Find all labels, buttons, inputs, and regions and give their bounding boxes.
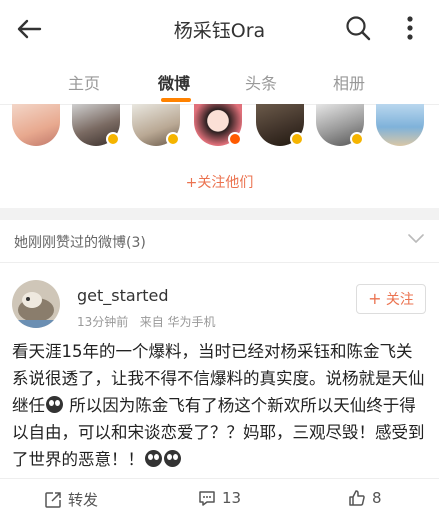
follow-them-link[interactable]: +关注他们: [0, 172, 439, 192]
post-body: 看天涯15年的一个爆料，当时已经对杨采钰和陈金飞关系说很透了，让我不得不信爆料的…: [12, 338, 428, 473]
profile-tabs: 主页 微博 头条 相册: [0, 60, 439, 105]
search-icon[interactable]: [344, 14, 372, 42]
post-source: 来自 华为手机: [139, 315, 216, 329]
post-action-bar: 转发 13 8: [0, 478, 439, 519]
liked-posts-title: 她刚刚赞过的微博(3): [14, 235, 146, 251]
verified-badge-icon: [228, 132, 242, 146]
chevron-down-icon[interactable]: [408, 234, 424, 244]
post-time: 13分钟前: [77, 315, 129, 329]
section-divider: [0, 208, 439, 220]
liked-posts-header[interactable]: 她刚刚赞过的微博(3): [0, 220, 439, 263]
tab-headlines[interactable]: 头条: [245, 70, 277, 94]
verified-badge-icon: [106, 132, 120, 146]
post-author-avatar[interactable]: [12, 280, 60, 328]
verified-badge-icon: [290, 132, 304, 146]
post-username[interactable]: get_started: [77, 286, 169, 305]
like-count: 8: [372, 489, 382, 507]
avatar[interactable]: [12, 104, 60, 146]
tab-weibo[interactable]: 微博: [158, 70, 190, 94]
verified-badge-icon: [350, 132, 364, 146]
comment-count: 13: [222, 489, 242, 507]
tab-home[interactable]: 主页: [68, 70, 100, 94]
avatar[interactable]: [376, 104, 424, 146]
repost-label: 转发: [68, 491, 99, 509]
emoji-icon: [46, 396, 63, 413]
emoji-icon: [164, 450, 181, 467]
repost-button[interactable]: 转发: [44, 489, 98, 510]
comment-button[interactable]: 13: [198, 489, 241, 507]
post-text-part-2: 所以因为陈金飞有了杨这个新欢所以天仙终于得以自由，可以和宋谈恋爱了？？妈耶，三观…: [12, 396, 425, 469]
repost-icon: [45, 492, 61, 508]
active-tab-indicator: [161, 98, 191, 102]
more-icon[interactable]: [396, 14, 424, 42]
verified-badge-icon: [166, 132, 180, 146]
follow-button-label: 关注: [385, 292, 414, 308]
emoji-icon: [145, 450, 162, 467]
related-users-strip: [0, 104, 439, 150]
comment-icon: [199, 491, 215, 506]
like-button[interactable]: 8: [348, 489, 382, 507]
tab-album[interactable]: 相册: [333, 70, 365, 94]
page-title: 杨采钰Ora: [173, 20, 266, 42]
post-meta: 13分钟前 来自 华为手机: [77, 313, 216, 330]
follow-button[interactable]: + 关注: [356, 284, 426, 314]
top-bar: 杨采钰Ora: [0, 0, 439, 60]
like-icon: [349, 490, 365, 506]
plus-icon: +: [368, 289, 382, 308]
